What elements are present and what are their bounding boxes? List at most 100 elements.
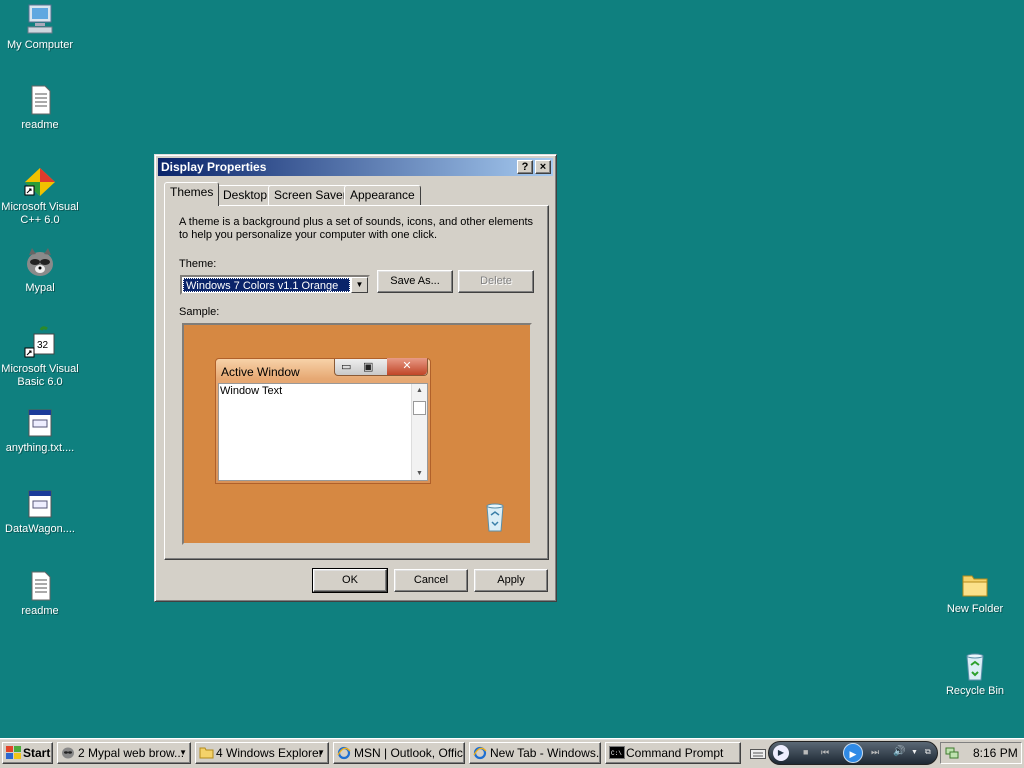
taskbar-item-label: New Tab - Windows... <box>490 746 601 760</box>
taskbar-item-label: Command Prompt <box>626 746 724 760</box>
recycle-bin-icon <box>966 653 984 681</box>
taskbar-item-label: 2 Mypal web brow... <box>78 746 185 760</box>
tab-label: Themes <box>170 185 214 199</box>
text-file-icon <box>31 571 51 601</box>
mypal-raccoon-icon <box>62 747 74 759</box>
cmd-icon: C:\ <box>609 746 625 759</box>
tab-label: Screen Saver <box>274 188 347 202</box>
close-button[interactable]: × <box>535 160 551 174</box>
cancel-button[interactable]: Cancel <box>394 569 468 592</box>
ie-icon <box>473 746 487 760</box>
desktop-icon-my-computer[interactable]: My Computer <box>0 2 80 52</box>
save-as-button[interactable]: Save As... <box>377 270 453 293</box>
sample-caption-buttons: ▭ ▣ ✕ <box>334 358 428 376</box>
window-title: Display Properties <box>161 160 267 174</box>
desktop-icon-label: Microsoft Visual Basic 6.0 <box>1 363 79 388</box>
next-icon[interactable]: ⏭ <box>871 747 879 758</box>
chevron-down-icon[interactable]: ▼ <box>911 749 918 756</box>
folder-icon <box>199 747 214 759</box>
theme-label: Theme: <box>179 258 217 270</box>
desktop-icon-visual-basic[interactable]: 32 Microsoft Visual Basic 6.0 <box>0 326 80 389</box>
sample-scrollbar: ▲ ▼ <box>411 384 427 480</box>
close-icon: ✕ <box>387 358 427 375</box>
theme-description-line-1: A theme is a background plus a set of so… <box>179 216 534 228</box>
theme-description-line-2: to help you personalize your computer wi… <box>179 229 438 241</box>
taskbar-item-windows-explorer[interactable]: 4 Windows Explorer ▼ <box>195 742 329 764</box>
tab-label: Appearance <box>350 188 415 202</box>
theme-select-value: Windows 7 Colors v1.1 Orange <box>183 278 350 292</box>
chevron-down-icon[interactable]: ▼ <box>351 277 368 293</box>
title-bar[interactable]: Display Properties ? × <box>158 158 553 176</box>
sample-window-text: Window Text <box>220 385 283 397</box>
apply-button[interactable]: Apply <box>474 569 548 592</box>
desktop-icon-label: Mypal <box>25 282 55 294</box>
taskbar-item-label: 4 Windows Explorer <box>216 746 323 760</box>
tab-appearance[interactable]: Appearance <box>344 185 421 205</box>
taskbar-item-msn[interactable]: MSN | Outlook, Offic... <box>333 742 465 764</box>
desktop-icon-new-folder[interactable]: New Folder <box>935 570 1015 616</box>
taskbar-item-label: MSN | Outlook, Offic... <box>354 746 465 760</box>
mypal-raccoon-icon <box>27 248 53 276</box>
desktop-icon-label: Recycle Bin <box>945 685 1005 697</box>
clock[interactable]: 8:16 PM <box>973 743 1018 763</box>
system-tray: 8:16 PM <box>940 742 1022 764</box>
play-icon[interactable]: ▶ <box>843 743 863 763</box>
media-player-toolbar: ▶ ■ ⏮ ▶ ⏭ 🔊 ▼ ⧉ <box>768 741 938 765</box>
display-properties-window: Display Properties ? × Themes Desktop Sc… <box>154 154 557 602</box>
desktop-icon-readme-1[interactable]: readme <box>0 84 80 132</box>
ok-button[interactable]: OK <box>312 568 388 593</box>
scroll-up-icon: ▲ <box>416 387 423 394</box>
desktop-icon-label: Microsoft Visual C++ 6.0 <box>1 201 79 226</box>
sample-window-client: Window Text ▲ ▼ <box>218 383 428 481</box>
scroll-thumb <box>413 401 426 415</box>
scroll-down-icon: ▼ <box>416 470 423 477</box>
desktop-icon-label: New Folder <box>946 603 1004 615</box>
desktop-icon-recycle-bin[interactable]: Recycle Bin <box>935 650 1015 698</box>
chevron-down-icon: ▼ <box>317 748 325 757</box>
help-button[interactable]: ? <box>517 160 533 174</box>
help-icon: ? <box>521 161 529 173</box>
start-label: Start <box>23 746 51 760</box>
previous-icon[interactable]: ⏮ <box>821 747 829 758</box>
sample-active-window: Active Window ▭ ▣ ✕ Window Text ▲ ▼ <box>215 358 431 484</box>
windows-logo-icon <box>6 746 21 759</box>
stop-icon[interactable]: ■ <box>803 747 808 757</box>
recycle-bin-icon <box>486 503 504 532</box>
tab-label: Desktop <box>223 188 268 202</box>
desktop-icon-readme-2[interactable]: readme <box>0 570 80 618</box>
volume-icon[interactable]: 🔊 <box>893 746 905 757</box>
svg-text:32: 32 <box>37 340 49 351</box>
theme-select[interactable]: Windows 7 Colors v1.1 Orange ▼ <box>180 275 370 295</box>
desktop-icon-label: readme <box>21 119 59 131</box>
tab-themes[interactable]: Themes <box>164 182 220 206</box>
close-icon: × <box>539 161 547 173</box>
taskbar-item-command-prompt[interactable]: C:\ Command Prompt <box>605 742 741 764</box>
taskbar-item-mypal[interactable]: 2 Mypal web brow... ▼ <box>57 742 191 764</box>
desktop-icon-visual-cpp[interactable]: Microsoft Visual C++ 6.0 <box>0 166 80 227</box>
sample-label: Sample: <box>179 306 220 318</box>
desktop-icon-anything-txt[interactable]: anything.txt.... <box>0 407 80 455</box>
desktop-icon-label: My Computer <box>6 39 74 51</box>
maximize-icon: ▣ <box>363 361 374 373</box>
network-icon[interactable] <box>945 746 959 760</box>
app-window-icon <box>28 409 52 437</box>
text-file-icon <box>31 85 51 115</box>
visual-cpp-icon <box>24 168 55 196</box>
start-button[interactable]: Start <box>2 742 53 764</box>
taskbar: Start 2 Mypal web brow... ▼ 4 Windows Ex… <box>0 738 1024 768</box>
delete-button[interactable]: Delete <box>458 270 534 293</box>
play-mini-icon[interactable]: ▶ <box>773 745 789 761</box>
desktop-icon-label: readme <box>21 605 59 617</box>
app-window-icon <box>28 490 52 518</box>
desktop-icon-label: DataWagon.... <box>5 523 75 535</box>
desktop-icon-mypal[interactable]: Mypal <box>0 247 80 295</box>
tab-screen-saver[interactable]: Screen Saver <box>268 185 353 205</box>
keyboard-icon[interactable] <box>750 748 766 760</box>
visual-basic-icon: 32 <box>24 326 55 358</box>
theme-sample-preview: Active Window ▭ ▣ ✕ Window Text ▲ ▼ <box>182 323 532 545</box>
taskbar-item-new-tab[interactable]: New Tab - Windows... <box>469 742 601 764</box>
restore-player-icon[interactable]: ⧉ <box>925 747 931 757</box>
sample-window-title: Active Window <box>221 365 300 379</box>
tab-desktop[interactable]: Desktop <box>217 185 274 205</box>
desktop-icon-datawagon[interactable]: DataWagon.... <box>0 488 80 536</box>
